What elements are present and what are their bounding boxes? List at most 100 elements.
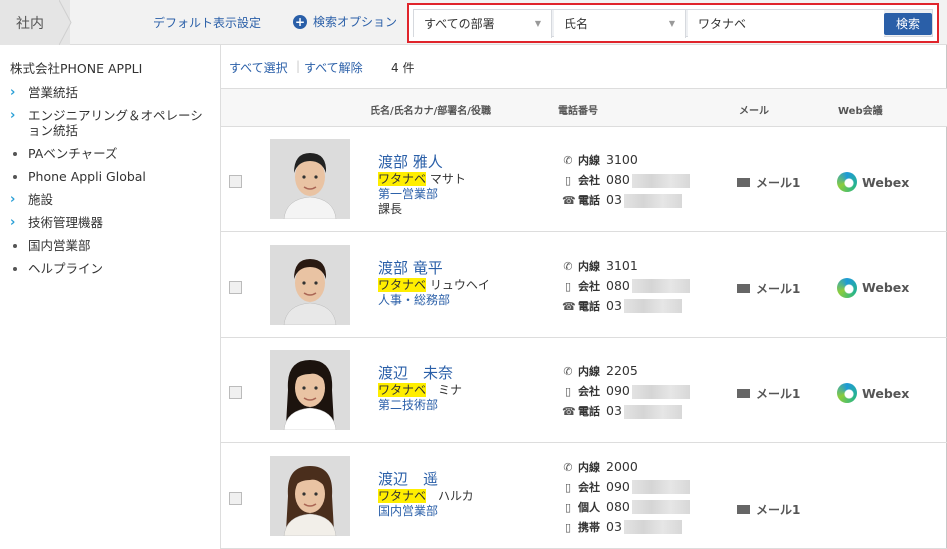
avatar[interactable] <box>270 139 350 219</box>
sidebar-item[interactable]: ヘルプライン <box>10 261 215 276</box>
sidebar-item-label: PAベンチャーズ <box>28 146 118 161</box>
phone-entry[interactable]: ✆ 内線 3101 <box>562 258 732 278</box>
phone-entry[interactable]: ✆ 内線 3100 <box>562 152 732 172</box>
breadcrumb-label: 社内 <box>16 16 44 32</box>
webex-button[interactable]: Webex <box>837 172 909 192</box>
result-count: 4 件 <box>391 61 415 75</box>
redacted-digits <box>623 299 682 313</box>
phone-type-label: 会社 <box>578 279 600 293</box>
search-options-button[interactable]: + 検索オプション <box>293 13 397 30</box>
row-checkbox[interactable] <box>229 386 242 399</box>
job-title: 課長 <box>378 202 403 216</box>
keyword-input[interactable] <box>688 10 884 38</box>
department-select[interactable]: すべての部署 ▼ <box>414 10 552 38</box>
redacted-digits <box>623 404 682 419</box>
plus-circle-icon: + <box>293 14 307 29</box>
sidebar-item[interactable]: › 技術管理機器 <box>10 215 215 230</box>
sidebar-item-label: 技術管理機器 <box>28 215 104 230</box>
phone-type-label: 会社 <box>578 174 600 187</box>
chevron-right-icon: › <box>10 215 16 230</box>
kana-rest: ミナ <box>426 383 463 397</box>
sidebar-item-label: ヘルプライン <box>28 261 104 276</box>
avatar[interactable] <box>270 350 350 430</box>
department-select-value: すべての部署 <box>424 17 495 31</box>
mail-button[interactable]: メール1 <box>737 501 800 518</box>
envelope-icon <box>737 389 750 398</box>
top-bar: 社内 デフォルト表示設定 + 検索オプション すべての部署 ▼ 氏名 ▼ 検索 <box>0 0 947 45</box>
phone-entry[interactable]: ☎ 電話 03 <box>562 298 732 318</box>
table-header: 氏名/氏名カナ/部署名/役職 電話番号 メール Web会議 <box>221 89 947 127</box>
search-bar: すべての部署 ▼ 氏名 ▼ 検索 <box>407 3 939 43</box>
avatar[interactable] <box>270 244 350 325</box>
phone-type-label: 電話 <box>578 405 600 418</box>
webex-label: Webex <box>862 280 910 295</box>
row-checkbox[interactable] <box>229 280 242 294</box>
phone-entry[interactable]: ▯ 会社 080 <box>562 278 732 298</box>
sidebar-item[interactable]: › 施設 <box>10 192 215 207</box>
phone-list: ✆ 内線 3100 ▯ 会社 080 ☎ 電話 03 <box>562 152 732 212</box>
row-checkbox[interactable] <box>229 491 242 505</box>
phone-list: ✆ 内線 3101 ▯ 会社 080 ☎ 電話 03 <box>562 258 732 318</box>
envelope-icon <box>737 504 750 514</box>
deselect-all-link[interactable]: すべて解除 <box>304 59 363 76</box>
redacted-digits <box>623 193 682 208</box>
mail-button[interactable]: メール1 <box>737 174 800 191</box>
mail-label: メール1 <box>756 281 801 296</box>
sidebar-item[interactable]: Phone Appli Global <box>10 169 215 184</box>
department-link[interactable]: 第二技術部 <box>378 396 438 413</box>
person-name-link[interactable]: 渡部 竜平 <box>378 257 443 278</box>
sidebar-item-label: 国内営業部 <box>28 238 91 253</box>
envelope-icon <box>737 283 750 293</box>
select-all-link[interactable]: すべて選択 <box>229 59 288 76</box>
column-header-name: 氏名/氏名カナ/部署名/役職 <box>370 106 491 117</box>
kana-highlight: ワタナベ <box>378 277 427 292</box>
column-header-phone: 電話番号 <box>558 106 598 117</box>
phone-entry[interactable]: ▯ 会社 090 <box>562 479 732 499</box>
person-name-link[interactable]: 渡辺 遥 <box>378 468 438 489</box>
phone-entry[interactable]: ▯ 携帯 03 <box>562 519 732 539</box>
field-select[interactable]: 氏名 ▼ <box>554 10 686 38</box>
phone-type-label: 会社 <box>578 385 600 398</box>
phone-entry[interactable]: ▯ 会社 090 <box>562 383 732 403</box>
organization-name[interactable]: 株式会社PHONE APPLI <box>10 58 142 77</box>
row-checkbox[interactable] <box>229 175 242 188</box>
mail-label: メール1 <box>756 502 801 517</box>
sidebar-item[interactable]: › 営業統括 <box>10 85 215 100</box>
person-name-link[interactable]: 渡辺 未奈 <box>378 362 453 383</box>
sidebar-item[interactable]: PAベンチャーズ <box>10 146 215 161</box>
person-name-link[interactable]: 渡部 雅人 <box>378 151 443 172</box>
phone-entry[interactable]: ✆ 内線 2205 <box>562 363 732 383</box>
toolbar-divider: | <box>296 59 301 73</box>
department-link[interactable]: 人事・総務部 <box>378 291 450 308</box>
avatar[interactable] <box>270 455 350 536</box>
webex-button[interactable]: Webex <box>837 277 910 298</box>
phone-number: 080 <box>606 172 630 187</box>
phone-type-label: 内線 <box>578 259 600 273</box>
phone-entry[interactable]: ☎ 電話 03 <box>562 403 732 423</box>
result-toolbar: すべて選択 | すべて解除 4 件 <box>221 45 947 89</box>
phone-entry[interactable]: ☎ 電話 03 <box>562 192 732 212</box>
mail-button[interactable]: メール1 <box>737 280 800 297</box>
mail-button[interactable]: メール1 <box>737 385 800 402</box>
webex-button[interactable]: Webex <box>837 383 909 403</box>
phone-icon: ✆ <box>563 365 573 378</box>
phone-entry[interactable]: ✆ 内線 2000 <box>562 459 732 479</box>
bullet-icon <box>13 175 17 179</box>
default-display-settings-link[interactable]: デフォルト表示設定 <box>153 14 261 31</box>
caret-down-icon: ▼ <box>668 19 675 28</box>
sidebar-item[interactable]: 国内営業部 <box>10 238 215 253</box>
sidebar-item[interactable]: › エンジニアリング＆オペレーション統括 <box>10 108 215 138</box>
caret-down-icon: ▼ <box>534 19 541 28</box>
phone-list: ✆ 内線 2000 ▯ 会社 090 ▯ 個人 080 ▯ 携帯 03 <box>562 459 732 539</box>
phone-icon: ✆ <box>563 154 573 167</box>
chevron-right-icon: › <box>10 108 16 123</box>
search-button[interactable]: 検索 <box>884 13 932 35</box>
webex-label: Webex <box>862 385 910 401</box>
department-link[interactable]: 国内営業部 <box>378 502 438 519</box>
search-options-label: 検索オプション <box>313 15 398 29</box>
phone-entry[interactable]: ▯ 会社 080 <box>562 172 732 192</box>
phone-entry[interactable]: ▯ 個人 080 <box>562 499 732 519</box>
phone-number: 03 <box>606 297 622 313</box>
phone-type-label: 電話 <box>578 194 600 207</box>
webex-icon <box>837 277 857 298</box>
